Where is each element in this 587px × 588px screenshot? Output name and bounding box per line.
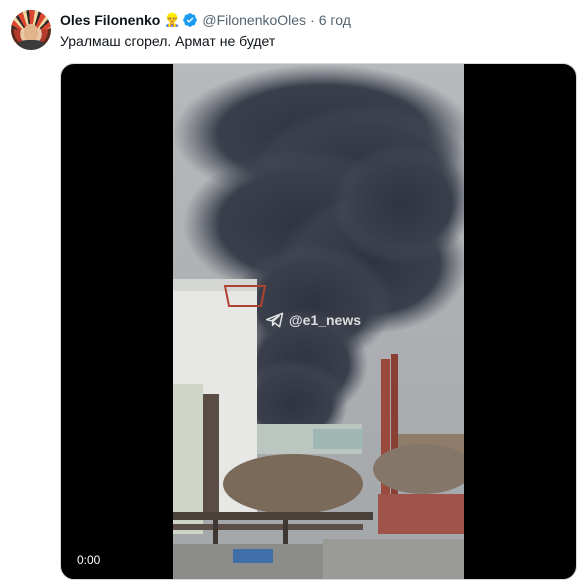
separator-dot: · [310, 12, 315, 28]
avatar[interactable] [11, 10, 51, 50]
tweet-text: Уралмаш сгорел. Армат не будет [60, 33, 276, 49]
construction-worker-emoji: 👷‍♂️ [164, 12, 181, 27]
video-timestamp: 0:00 [77, 553, 101, 567]
avatar-body [17, 40, 45, 50]
trees [223, 454, 363, 514]
telegram-icon [265, 312, 284, 328]
pipeline [173, 512, 373, 520]
author-display-name[interactable]: Oles Filonenko [60, 12, 160, 28]
verified-badge-icon [183, 13, 198, 27]
author-handle[interactable]: @FilonenkoOles [202, 12, 306, 28]
tweet-time[interactable]: 6 год [319, 12, 351, 28]
video-player[interactable]: @e1_news 0:00 [60, 63, 577, 580]
video-watermark: @e1_news [265, 310, 361, 330]
brick-wall [378, 494, 464, 534]
video-frame[interactable]: @e1_news [173, 64, 464, 579]
tweet-header: Oles Filonenko 👷‍♂️ @FilonenkoOles · 6 г… [60, 11, 351, 29]
watermark-text: @e1_news [289, 312, 362, 328]
tweet: Oles Filonenko 👷‍♂️ @FilonenkoOles · 6 г… [0, 0, 587, 588]
